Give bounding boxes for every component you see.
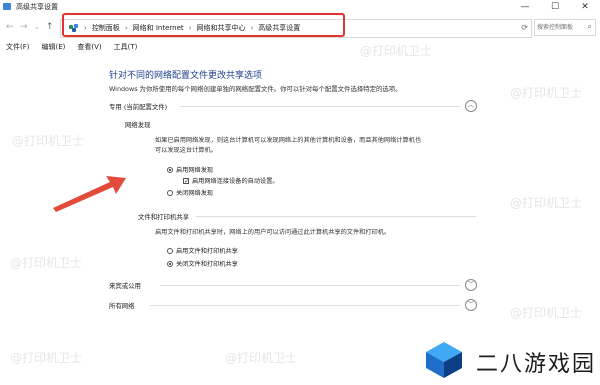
- radio-disable-discovery[interactable]: [167, 189, 173, 196]
- watermark: @打印机卫士: [510, 86, 583, 100]
- expand-guest-icon[interactable]: ﹀: [465, 279, 477, 291]
- page-description: Windows 为你所使用的每个网络创建单独的网络配置文件。你可以针对每个配置文…: [109, 85, 402, 93]
- network-discovery-desc: 如果已启用网络发现，则这台计算机可以发现网络上的其他计算机和设备，而且其他网络计…: [155, 137, 422, 154]
- back-button[interactable]: ←: [6, 22, 14, 32]
- page-title: 针对不同的网络配置文件更改共享选项: [109, 71, 263, 81]
- up-button[interactable]: ↑: [46, 22, 54, 32]
- option-disable-file-sharing[interactable]: 关闭文件和打印机共享: [167, 259, 238, 268]
- watermark: @打印机卫士: [510, 196, 583, 210]
- file-sharing-title: 文件和打印机共享: [138, 213, 190, 221]
- maximize-button[interactable]: ☐: [540, 0, 570, 14]
- recent-dropdown-icon[interactable]: ⌄: [34, 23, 40, 31]
- window-title: 高级共享设置: [16, 3, 58, 11]
- refresh-icon[interactable]: ⟳: [521, 23, 528, 32]
- watermark: @打印机卫士: [10, 256, 83, 270]
- expand-all-icon[interactable]: ﹀: [465, 299, 477, 311]
- menu-view[interactable]: 查看(V): [71, 41, 107, 53]
- brand-name: 二八游戏园: [476, 352, 597, 377]
- search-input[interactable]: [535, 20, 587, 35]
- divider: [196, 216, 476, 217]
- minimize-button[interactable]: —: [510, 0, 540, 14]
- menu-bar: 文件(F) 编辑(E) 查看(V) 工具(T): [0, 41, 600, 53]
- title-bar: 高级共享设置 — ☐ ✕: [0, 0, 600, 14]
- profile-private-label[interactable]: 专用 (当前配置文件): [109, 102, 167, 111]
- pointer-arrow: [53, 176, 126, 212]
- divider: [160, 285, 460, 286]
- option-disable-discovery[interactable]: 关闭网络发现: [167, 188, 213, 197]
- checkbox-auto-setup[interactable]: ✓: [183, 177, 189, 184]
- divider: [150, 305, 460, 306]
- watermark: @打印机卫士: [12, 134, 85, 148]
- profile-all-label[interactable]: 所有网络: [109, 301, 135, 310]
- option-enable-file-sharing[interactable]: 启用文件和打印机共享: [167, 246, 238, 255]
- cube-logo-icon: [426, 342, 462, 378]
- brand-logo: 二八游戏园: [418, 336, 600, 385]
- watermark: @打印机卫士: [510, 306, 583, 320]
- network-discovery-title: 网络发现: [125, 121, 151, 129]
- collapse-private-icon[interactable]: ︿: [465, 100, 477, 112]
- divider: [180, 106, 460, 107]
- option-auto-setup[interactable]: ✓ 启用网络连接设备的自动设置。: [183, 176, 279, 185]
- search-icon: ⌕: [587, 22, 592, 31]
- menu-edit[interactable]: 编辑(E): [36, 41, 72, 53]
- radio-disable-file-sharing[interactable]: [167, 260, 173, 267]
- watermark: @打印机卫士: [10, 351, 83, 365]
- menu-file[interactable]: 文件(F): [0, 41, 36, 53]
- address-highlight-box: [62, 13, 345, 37]
- profile-guest-label[interactable]: 来宾或公用: [109, 281, 141, 290]
- radio-enable-discovery[interactable]: [167, 166, 173, 173]
- watermark: @打印机卫士: [225, 351, 298, 365]
- option-enable-discovery[interactable]: 启用网络发现: [167, 165, 213, 174]
- watermark: @打印机卫士: [360, 44, 433, 58]
- close-button[interactable]: ✕: [570, 0, 600, 14]
- search-box[interactable]: ⌕: [534, 19, 596, 36]
- menu-tools[interactable]: 工具(T): [108, 41, 144, 53]
- radio-enable-file-sharing[interactable]: [167, 247, 173, 254]
- control-panel-icon: [3, 3, 11, 10]
- file-sharing-desc: 启用文件和打印机共享时，网络上的用户可以访问通过此计算机共享的文件和打印机。: [155, 229, 391, 236]
- forward-button[interactable]: →: [20, 22, 28, 32]
